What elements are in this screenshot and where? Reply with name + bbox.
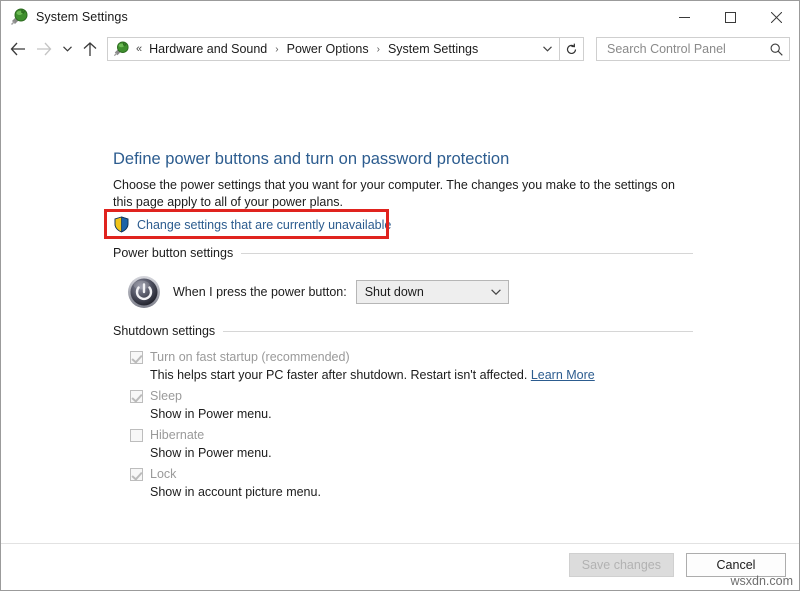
search-input[interactable]	[605, 41, 770, 57]
power-button-settings-label: Power button settings	[113, 246, 234, 260]
refresh-icon[interactable]	[560, 37, 584, 61]
breadcrumb-item-power-options[interactable]: Power Options	[284, 42, 372, 56]
title-bar: System Settings	[1, 1, 799, 33]
shield-icon	[113, 216, 130, 233]
power-button-action-value: Shut down	[364, 285, 424, 299]
search-box[interactable]	[596, 37, 790, 61]
page-description: Choose the power settings that you want …	[113, 178, 675, 209]
breadcrumb-separator-icon: ›	[376, 43, 380, 55]
fast-startup-checkbox[interactable]	[130, 350, 143, 364]
breadcrumb-separator-icon: ›	[275, 43, 279, 55]
chevron-down-icon[interactable]	[490, 289, 504, 295]
lock-label: Lock	[150, 467, 177, 481]
lock-checkbox-row[interactable]: Lock	[130, 465, 690, 483]
power-button-field-label: When I press the power button:	[173, 285, 347, 299]
sleep-checkbox[interactable]	[130, 389, 143, 403]
power-plug-icon	[10, 8, 28, 26]
breadcrumb-power-plug-icon	[113, 41, 129, 57]
breadcrumb-item-hardware-and-sound[interactable]: Hardware and Sound	[146, 42, 270, 56]
forward-arrow-icon[interactable]	[31, 36, 57, 62]
hibernate-label: Hibernate	[150, 428, 205, 442]
list-item: Turn on fast startup (recommended) This …	[130, 348, 690, 385]
back-arrow-icon[interactable]	[5, 36, 31, 62]
list-item: Sleep Show in Power menu.	[130, 387, 690, 424]
footer-divider	[1, 543, 799, 544]
window-title: System Settings	[36, 10, 128, 24]
sleep-description: Show in Power menu.	[150, 407, 272, 421]
breadcrumb-chevron-down-icon[interactable]	[537, 38, 557, 60]
page-title: Define power buttons and turn on passwor…	[113, 150, 510, 168]
breadcrumb-overflow-icon[interactable]: «	[132, 43, 146, 55]
content-area: Define power buttons and turn on passwor…	[1, 65, 799, 590]
change-settings-link-row[interactable]: Change settings that are currently unava…	[113, 216, 391, 233]
watermark: wsxdn.com	[730, 574, 793, 588]
power-button-settings-section-header: Power button settings	[113, 246, 693, 260]
system-settings-window: System Settings « Hardware and Sound › P…	[0, 0, 800, 591]
hibernate-description: Show in Power menu.	[150, 446, 272, 460]
sleep-label: Sleep	[150, 389, 182, 403]
fast-startup-checkbox-row[interactable]: Turn on fast startup (recommended)	[130, 348, 690, 366]
learn-more-link[interactable]: Learn More	[531, 368, 595, 382]
list-item: Hibernate Show in Power menu.	[130, 426, 690, 463]
window-controls	[661, 1, 799, 33]
save-changes-button[interactable]: Save changes	[568, 553, 674, 577]
fast-startup-description-text: This helps start your PC faster after sh…	[150, 368, 528, 382]
shutdown-settings-label: Shutdown settings	[113, 324, 216, 338]
change-settings-link[interactable]: Change settings that are currently unava…	[137, 218, 391, 232]
section-divider	[223, 330, 693, 332]
power-button-setting-row: When I press the power button: Shut down	[127, 275, 509, 309]
shutdown-settings-section-header: Shutdown settings	[113, 324, 693, 338]
recent-locations-chevron-down-icon[interactable]	[57, 36, 77, 62]
close-icon[interactable]	[753, 1, 799, 33]
power-button-icon	[127, 275, 161, 309]
section-divider	[241, 252, 693, 254]
maximize-icon[interactable]	[707, 1, 753, 33]
fast-startup-label: Turn on fast startup (recommended)	[150, 350, 350, 364]
fast-startup-description: This helps start your PC faster after sh…	[150, 366, 690, 385]
hibernate-checkbox[interactable]	[130, 428, 143, 442]
up-arrow-icon[interactable]	[77, 36, 103, 62]
power-button-action-dropdown[interactable]: Shut down	[355, 280, 509, 304]
sleep-checkbox-row[interactable]: Sleep	[130, 387, 690, 405]
address-bar: « Hardware and Sound › Power Options › S…	[1, 33, 799, 65]
lock-description: Show in account picture menu.	[150, 485, 321, 499]
hibernate-checkbox-row[interactable]: Hibernate	[130, 426, 690, 444]
shutdown-settings-list: Turn on fast startup (recommended) This …	[130, 348, 690, 504]
lock-checkbox[interactable]	[130, 467, 143, 481]
list-item: Lock Show in account picture menu.	[130, 465, 690, 502]
search-icon[interactable]	[770, 43, 783, 56]
breadcrumb-item-system-settings[interactable]: System Settings	[385, 42, 481, 56]
breadcrumb[interactable]: « Hardware and Sound › Power Options › S…	[107, 37, 560, 61]
minimize-icon[interactable]	[661, 1, 707, 33]
